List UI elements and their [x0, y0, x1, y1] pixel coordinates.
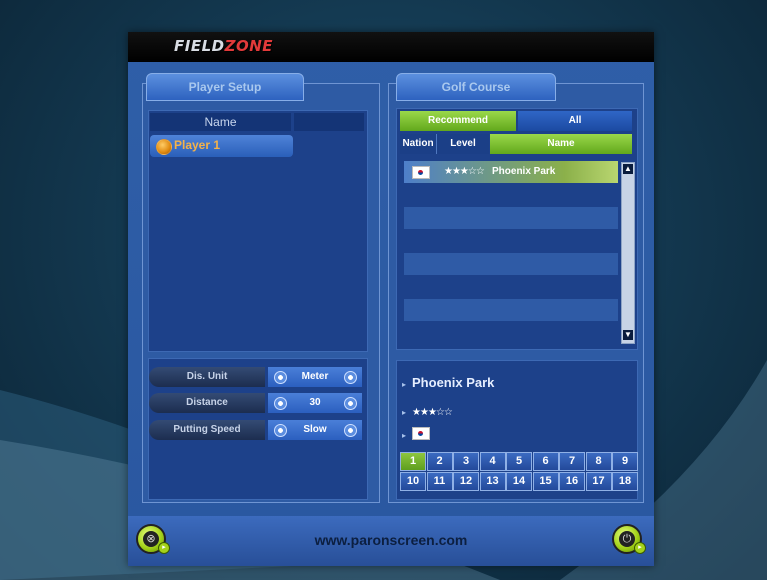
decrease-icon[interactable]: [274, 371, 287, 384]
exit-button[interactable]: ⊗ ▸: [136, 524, 170, 554]
detail-course-name-line: ▸ Phoenix Park: [402, 375, 494, 390]
column-header-nation[interactable]: Nation: [400, 134, 437, 154]
decrease-icon[interactable]: [274, 397, 287, 410]
website-url: www.paronscreen.com: [314, 532, 468, 548]
hole-button-7[interactable]: 7: [559, 452, 585, 471]
detail-stars: ★★★☆☆: [412, 407, 453, 418]
small-arrow-icon: ▸: [634, 542, 646, 554]
detail-nation-line: ▸: [402, 425, 431, 443]
setting-value-distance: 30: [309, 397, 321, 408]
plug-icon: ⏻: [619, 531, 635, 547]
column-header-name[interactable]: Name: [490, 134, 632, 154]
hole-button-9[interactable]: 9: [612, 452, 638, 471]
hole-button-1[interactable]: 1: [400, 452, 426, 471]
setting-label-distance: Distance: [149, 393, 265, 413]
detail-stars-line: ▸ ★★★☆☆: [402, 402, 453, 420]
exit-icon: ⊗: [143, 531, 159, 547]
list-row-empty: [404, 207, 618, 229]
setting-label-dis-unit: Dis. Unit: [149, 367, 265, 387]
increase-icon[interactable]: [344, 424, 357, 437]
hole-button-6[interactable]: 6: [532, 452, 559, 471]
hole-button-5[interactable]: 5: [506, 452, 532, 471]
course-name: Phoenix Park: [492, 166, 556, 177]
increase-icon[interactable]: [344, 371, 357, 384]
hole-button-11[interactable]: 11: [426, 472, 453, 491]
korea-flag-icon: [412, 427, 431, 441]
hole-button-8[interactable]: 8: [585, 452, 612, 471]
hole-button-4[interactable]: 4: [479, 452, 506, 471]
player-status-icon: [156, 139, 172, 155]
tab-recommend[interactable]: Recommend: [400, 111, 516, 131]
setting-control-dis-unit[interactable]: Meter: [268, 367, 362, 387]
column-header-level[interactable]: Level: [437, 134, 489, 154]
golf-course-tab[interactable]: Golf Course: [396, 73, 556, 101]
hole-button-12[interactable]: 12: [453, 472, 479, 491]
column-header-blank: [294, 113, 364, 131]
hole-button-3[interactable]: 3: [453, 452, 479, 471]
power-button[interactable]: ⏻ ▸: [612, 524, 646, 554]
course-list-scrollbar[interactable]: ▲ ▼: [621, 162, 635, 344]
hole-button-10[interactable]: 10: [400, 472, 426, 491]
increase-icon[interactable]: [344, 397, 357, 410]
hole-button-18[interactable]: 18: [612, 472, 638, 491]
player-row[interactable]: Player 1: [150, 135, 293, 157]
scroll-down-icon[interactable]: ▼: [623, 330, 633, 340]
small-arrow-icon: ▸: [158, 542, 170, 554]
bullet-arrow-icon: ▸: [402, 408, 407, 417]
column-header-name[interactable]: Name: [150, 113, 291, 131]
hole-button-15[interactable]: 15: [532, 472, 559, 491]
player-setup-tab[interactable]: Player Setup: [146, 73, 304, 101]
bullet-arrow-icon: ▸: [402, 431, 407, 440]
hole-button-13[interactable]: 13: [479, 472, 506, 491]
setting-value-dis-unit: Meter: [301, 371, 329, 382]
player-name: Player 1: [174, 138, 221, 152]
title-bar: FIELDZONE: [128, 32, 654, 62]
setting-control-distance[interactable]: 30: [268, 393, 362, 413]
list-row-empty: [404, 253, 618, 275]
detail-course-name: Phoenix Park: [412, 375, 495, 390]
decrease-icon[interactable]: [274, 424, 287, 437]
korea-flag-icon: [412, 166, 430, 179]
hole-button-14[interactable]: 14: [506, 472, 532, 491]
setting-value-putting-speed: Slow: [303, 424, 327, 435]
tab-all[interactable]: All: [518, 111, 632, 131]
hole-button-16[interactable]: 16: [559, 472, 585, 491]
course-stars: ★★★☆☆: [444, 166, 485, 177]
course-row[interactable]: ★★★☆☆ Phoenix Park: [404, 161, 618, 183]
hole-button-2[interactable]: 2: [426, 452, 453, 471]
bullet-arrow-icon: ▸: [402, 380, 407, 389]
fieldzone-logo: FIELDZONE: [174, 37, 274, 55]
scroll-up-icon[interactable]: ▲: [623, 164, 633, 174]
setting-control-putting-speed[interactable]: Slow: [268, 420, 362, 440]
setting-label-putting-speed: Putting Speed: [149, 420, 265, 440]
hole-button-17[interactable]: 17: [585, 472, 612, 491]
list-row-empty: [404, 299, 618, 321]
